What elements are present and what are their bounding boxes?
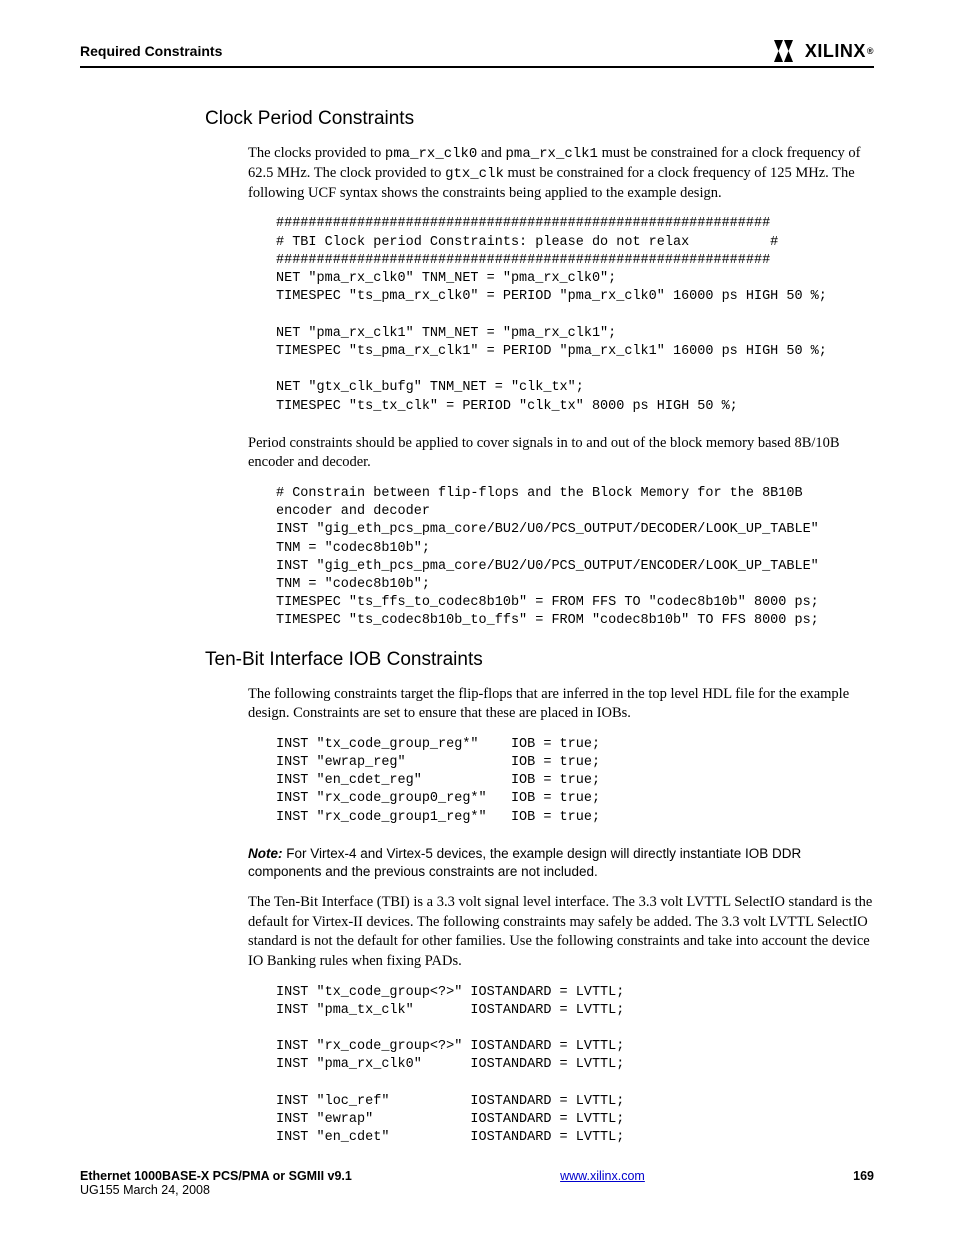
footer-page-number: 169 xyxy=(853,1169,874,1197)
paragraph-intro: The clocks provided to pma_rx_clk0 and p… xyxy=(248,144,874,203)
main-content: Clock Period Constraints The clocks prov… xyxy=(210,108,874,1148)
footer-doc-info: Ethernet 1000BASE-X PCS/PMA or SGMII v9.… xyxy=(80,1169,352,1197)
code-block-8b10b: # Constrain between flip-flops and the B… xyxy=(276,485,874,631)
registered-mark: ® xyxy=(867,46,874,56)
footer-sub: UG155 March 24, 2008 xyxy=(80,1183,210,1197)
heading-clock-period: Clock Period Constraints xyxy=(205,108,874,130)
code-inline: pma_rx_clk0 xyxy=(385,146,477,162)
code-inline: pma_rx_clk1 xyxy=(506,146,598,162)
xilinx-logo-icon xyxy=(774,40,802,62)
section-title: Required Constraints xyxy=(80,43,222,59)
note-block: Note: For Virtex-4 and Virtex-5 devices,… xyxy=(248,845,874,881)
code-block-clock-constraints: ########################################… xyxy=(276,215,874,415)
heading-tenbit-iob: Ten-Bit Interface IOB Constraints xyxy=(205,649,874,671)
page-header: Required Constraints XILINX® xyxy=(80,40,874,68)
code-block-iostandard: INST "tx_code_group<?>" IOSTANDARD = LVT… xyxy=(276,984,874,1148)
note-label: Note: xyxy=(248,846,283,861)
paragraph-tbi: The Ten-Bit Interface (TBI) is a 3.3 vol… xyxy=(248,893,874,971)
note-text: For Virtex-4 and Virtex-5 devices, the e… xyxy=(248,846,801,879)
xilinx-logo-text: XILINX xyxy=(805,41,866,62)
footer-link[interactable]: www.xilinx.com xyxy=(560,1169,645,1197)
xilinx-logo: XILINX® xyxy=(774,40,874,62)
code-inline: gtx_clk xyxy=(445,166,504,182)
paragraph-iob-intro: The following constraints target the fli… xyxy=(248,685,874,724)
code-block-iob: INST "tx_code_group_reg*" IOB = true; IN… xyxy=(276,736,874,827)
page-footer: Ethernet 1000BASE-X PCS/PMA or SGMII v9.… xyxy=(80,1169,874,1197)
paragraph-period: Period constraints should be applied to … xyxy=(248,434,874,473)
footer-title: Ethernet 1000BASE-X PCS/PMA or SGMII v9.… xyxy=(80,1169,352,1183)
